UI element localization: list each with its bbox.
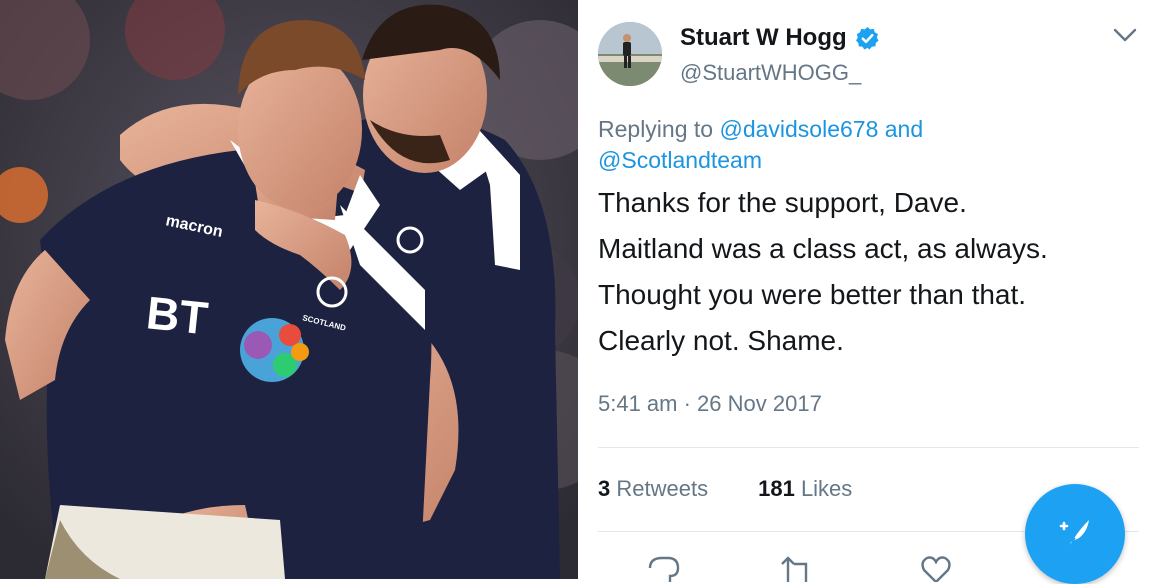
divider xyxy=(598,447,1139,448)
likes-label: Likes xyxy=(800,476,853,501)
mention-link[interactable]: @davidsole678 xyxy=(719,116,878,142)
compose-tweet-icon xyxy=(1059,520,1089,549)
reply-icon[interactable] xyxy=(646,552,682,582)
sponsor-logo: BT xyxy=(144,286,210,344)
like-icon[interactable] xyxy=(918,552,954,582)
likes-count: 181 xyxy=(758,476,795,501)
compose-tweet-button[interactable] xyxy=(1025,484,1125,584)
retweet-icon[interactable] xyxy=(778,552,814,582)
replying-prefix: Replying to xyxy=(598,116,714,142)
likes-stat[interactable]: 181 Likes xyxy=(758,476,852,502)
mention-link[interactable]: @Scotlandteam xyxy=(598,147,762,173)
chevron-down-icon[interactable] xyxy=(1110,24,1140,46)
rugby-players-photo: macron BT SCOTLAND xyxy=(0,0,578,579)
mention-joiner[interactable]: and xyxy=(885,116,923,142)
tweet-line: Maitland was a class act, as always. xyxy=(598,233,1048,264)
author-handle[interactable]: @StuartWHOGG_ xyxy=(680,60,861,86)
retweets-stat[interactable]: 3 Retweets xyxy=(598,476,708,502)
author-name-row[interactable]: Stuart W Hogg xyxy=(680,24,880,52)
tweet-body: Thanks for the support, Dave. Maitland w… xyxy=(598,180,1148,364)
replying-to-line: Replying to @davidsole678 and @Scotlandt… xyxy=(598,114,1138,176)
retweets-label: Retweets xyxy=(616,476,709,501)
author-name[interactable]: Stuart W Hogg xyxy=(680,24,847,52)
retweets-count: 3 xyxy=(598,476,611,501)
avatar[interactable] xyxy=(598,22,662,86)
tweet-timestamp[interactable]: 5:41 am · 26 Nov 2017 xyxy=(598,391,822,417)
tweet-line: Thought you were better than that. xyxy=(598,279,1027,310)
tweet-line: Thanks for the support, Dave. xyxy=(598,187,967,218)
engagement-stats: 3 Retweets 181 Likes xyxy=(598,476,852,502)
tweet-card: Stuart W Hogg @StuartWHOGG_ Replying to … xyxy=(578,0,1159,584)
tweet-photo[interactable]: macron BT SCOTLAND xyxy=(0,0,578,579)
tweet-line: Clearly not. Shame. xyxy=(598,325,844,356)
verified-badge-icon xyxy=(855,26,879,50)
